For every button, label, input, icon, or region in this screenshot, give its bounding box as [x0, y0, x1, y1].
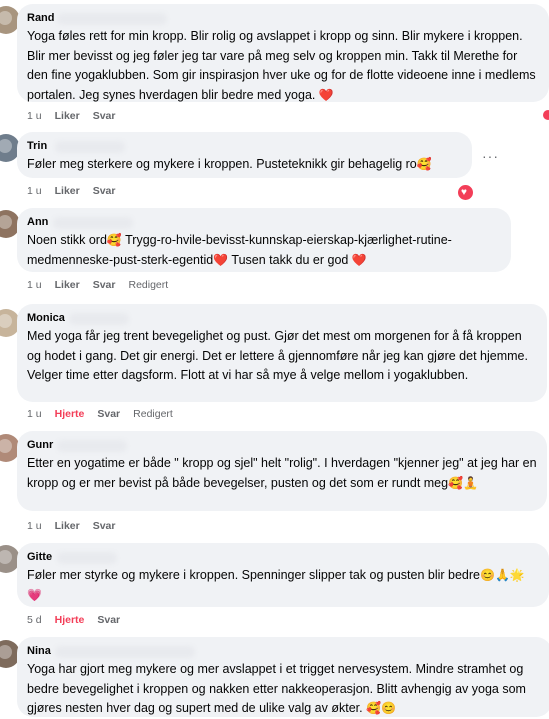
smiling-hearts-emoji: 🥰: [416, 157, 432, 171]
reply-button[interactable]: Svar: [93, 185, 116, 197]
like-button[interactable]: Liker: [55, 185, 80, 197]
comment-time[interactable]: 1 u: [27, 279, 42, 291]
edited-label[interactable]: Redigert: [129, 279, 169, 291]
comment-text: Med yoga får jeg trent bevegelighet og p…: [27, 329, 528, 382]
smiling-hearts-emoji: 🥰: [106, 233, 122, 247]
comment-time[interactable]: 5 d: [27, 614, 42, 626]
comment-bubble: Ann Noen stikk ord🥰 Trygg-ro-hvile-bevis…: [17, 208, 511, 272]
emoji-sequence: 🥰😊: [366, 701, 396, 715]
comment-text: Noen stikk ord🥰 Trygg-ro-hvile-bevisst-k…: [27, 233, 452, 267]
comment-text: Yoga har gjort meg mykere og mer avslapp…: [27, 662, 526, 715]
comment-bubble: Monica Med yoga får jeg trent bevegeligh…: [17, 304, 547, 402]
more-options-icon[interactable]: ···: [482, 148, 499, 164]
edited-label[interactable]: Redigert: [133, 408, 173, 420]
comment-text: Føler mer styrke og mykere i kroppen. Sp…: [27, 568, 525, 602]
comment-time[interactable]: 1 u: [27, 520, 42, 532]
heart-emoji: ❤️: [351, 252, 367, 267]
reply-button[interactable]: Svar: [93, 110, 116, 122]
commenter-name[interactable]: Monica: [27, 311, 537, 325]
comment-text: Yoga føles rett for min kropp. Blir roli…: [27, 29, 536, 102]
like-button[interactable]: Liker: [55, 279, 80, 291]
reply-button[interactable]: Svar: [93, 279, 116, 291]
reply-button[interactable]: Svar: [97, 408, 120, 420]
comment-actions: 1 u Liker Svar Redigert: [27, 279, 168, 291]
comment-actions: 1 u Hjerte Svar Redigert: [27, 408, 173, 420]
heart-reaction-icon[interactable]: [456, 183, 475, 202]
comment-actions: 1 u Liker Svar: [27, 520, 116, 532]
comment-actions: 1 u Liker Svar: [27, 185, 116, 197]
commenter-name[interactable]: Gunr: [27, 438, 537, 452]
heart-emoji: ❤️: [318, 87, 334, 102]
heart-button[interactable]: Hjerte: [55, 408, 85, 420]
reply-button[interactable]: Svar: [97, 614, 120, 626]
comment-bubble: Rand Yoga føles rett for min kropp. Blir…: [17, 4, 549, 102]
comment-time[interactable]: 1 u: [27, 185, 42, 197]
comment-bubble: Nina Yoga har gjort meg mykere og mer av…: [17, 637, 549, 717]
like-button[interactable]: Liker: [55, 520, 80, 532]
comment-actions: 5 d Hjerte Svar: [27, 614, 120, 626]
comment-time[interactable]: 1 u: [27, 408, 42, 420]
reply-button[interactable]: Svar: [93, 520, 116, 532]
commenter-name[interactable]: Nina: [27, 644, 542, 658]
comment-bubble: Gunr Etter en yogatime er både " kropp o…: [17, 431, 547, 511]
commenter-name[interactable]: Gitte: [27, 550, 539, 564]
heart-button[interactable]: Hjerte: [55, 614, 85, 626]
commenter-name[interactable]: Trin: [27, 139, 462, 153]
comment-bubble: Gitte Føler mer styrke og mykere i kropp…: [17, 543, 549, 607]
comment-actions: 1 u Liker Svar: [27, 110, 116, 122]
comment-time[interactable]: 1 u: [27, 110, 42, 122]
heart-emoji: ❤️: [213, 252, 229, 267]
smiling-hearts-emoji: 🥰🧘: [448, 475, 478, 490]
commenter-name[interactable]: Ann: [27, 215, 501, 229]
like-button[interactable]: Liker: [55, 110, 80, 122]
comment-text: Etter en yogatime er både " kropp og sje…: [27, 456, 537, 490]
commenter-name[interactable]: Rand: [27, 11, 539, 25]
comment-text: Føler meg sterkere og mykere i kroppen. …: [27, 157, 432, 171]
reaction-icon: [543, 110, 549, 120]
comment-bubble: Trin Føler meg sterkere og mykere i krop…: [17, 132, 472, 178]
